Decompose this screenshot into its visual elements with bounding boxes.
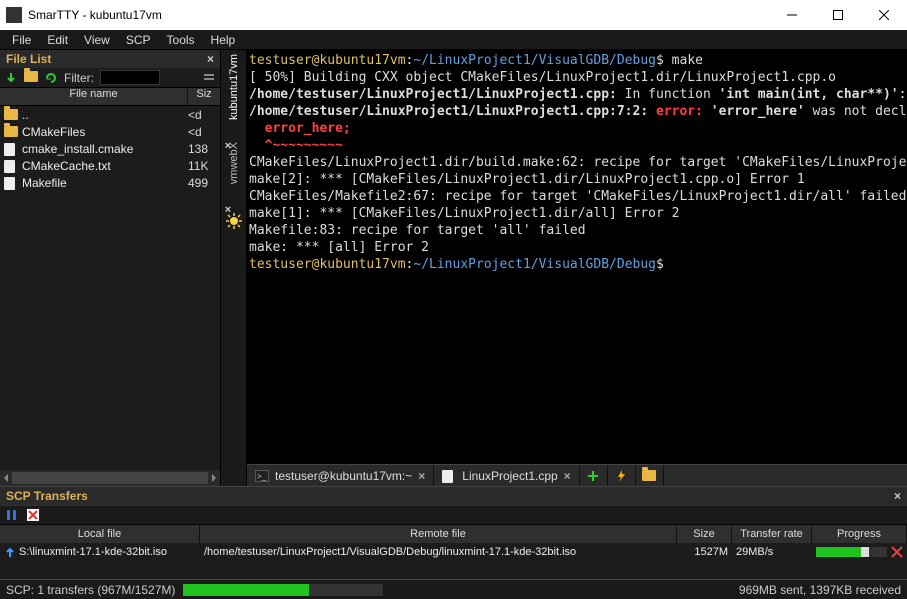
menu-view[interactable]: View	[76, 30, 118, 50]
scp-close-icon[interactable]: ×	[894, 489, 901, 503]
refresh-icon[interactable]	[44, 71, 58, 85]
row-cancel-icon[interactable]	[891, 546, 903, 558]
file-list-rows: ..<dCMakeFiles<dcmake_install.cmake138CM…	[0, 106, 220, 470]
file-list-toolbar: Filter:	[0, 68, 220, 88]
new-tab-button[interactable]	[580, 465, 608, 486]
col-size[interactable]: Siz	[188, 88, 220, 105]
file-size: 499	[188, 176, 220, 190]
file-icon	[4, 143, 18, 155]
pause-icon[interactable]	[6, 509, 18, 521]
tab-terminal-session[interactable]: >_ testuser@kubuntu17vm:~ ×	[247, 465, 434, 486]
close-button[interactable]	[861, 0, 907, 30]
scp-header: SCP Transfers ×	[0, 487, 907, 505]
filter-label: Filter:	[64, 71, 94, 85]
scroll-left-icon[interactable]	[2, 474, 10, 482]
scp-row[interactable]: S:\linuxmint-17.1-kde-32bit.iso /home/te…	[0, 543, 907, 561]
menu-edit[interactable]: Edit	[39, 30, 76, 50]
window-titlebar: SmarTTY - kubuntu17vm	[0, 0, 907, 30]
minimize-button[interactable]	[769, 0, 815, 30]
col-file-name[interactable]: File name	[0, 88, 188, 105]
file-list-columns: File name Siz	[0, 88, 220, 106]
progress-bar	[816, 547, 887, 557]
scp-panel: SCP Transfers × Local file Remote file S…	[0, 486, 907, 579]
upload-arrow-icon	[4, 546, 16, 558]
open-folder-icon[interactable]	[24, 71, 38, 85]
cancel-transfer-icon[interactable]	[26, 508, 40, 522]
menu-scp[interactable]: SCP	[118, 30, 159, 50]
file-name: CMakeCache.txt	[22, 159, 188, 173]
col-progress[interactable]: Progress	[812, 525, 907, 543]
menu-tools[interactable]: Tools	[159, 30, 203, 50]
status-text: SCP: 1 transfers (967M/1527M)	[6, 583, 175, 597]
file-row[interactable]: CMakeFiles<d	[0, 123, 220, 140]
file-list-hscroll[interactable]	[0, 470, 220, 486]
terminal-icon: >_	[255, 470, 269, 482]
status-bar: SCP: 1 transfers (967M/1527M) 969MB sent…	[0, 579, 907, 599]
file-row[interactable]: cmake_install.cmake138	[0, 140, 220, 157]
session-tabs: >_ testuser@kubuntu17vm:~ × LinuxProject…	[247, 464, 907, 486]
filter-input[interactable]	[100, 70, 160, 85]
open-folder-button[interactable]	[636, 465, 664, 486]
maximize-button[interactable]	[815, 0, 861, 30]
vtab-kubuntu17vm[interactable]: × kubuntu17vm	[228, 50, 240, 138]
settings-icon[interactable]	[202, 71, 216, 85]
menubar: File Edit View SCP Tools Help	[0, 30, 907, 50]
col-transfer-rate[interactable]: Transfer rate	[732, 525, 812, 543]
lightning-icon[interactable]	[608, 465, 636, 486]
file-name: CMakeFiles	[22, 125, 188, 139]
vtab-close-icon[interactable]: ×	[222, 204, 234, 216]
vertical-tab-strip: × kubuntu17vm × vmwebX	[221, 50, 247, 486]
status-right: 969MB sent, 1397KB received	[739, 583, 901, 597]
col-local-file[interactable]: Local file	[0, 525, 200, 543]
file-icon	[4, 177, 18, 189]
file-name: Makefile	[22, 176, 188, 190]
folder-icon	[4, 126, 18, 138]
file-row[interactable]: CMakeCache.txt11K	[0, 157, 220, 174]
file-size: <d	[188, 108, 220, 122]
scroll-right-icon[interactable]	[210, 474, 218, 482]
file-list-close-icon[interactable]: ×	[207, 52, 214, 66]
menu-help[interactable]: Help	[203, 30, 244, 50]
vtab-vmwebx[interactable]: × vmwebX	[228, 138, 240, 202]
status-progress	[183, 584, 383, 596]
svg-text:>_: >_	[257, 472, 267, 481]
file-name: cmake_install.cmake	[22, 142, 188, 156]
menu-file[interactable]: File	[4, 30, 39, 50]
scp-toolbar	[0, 505, 907, 525]
scp-columns: Local file Remote file Size Transfer rat…	[0, 525, 907, 543]
file-list-panel: File List × Filter: File name Siz ..<dCM…	[0, 50, 221, 486]
tab-linuxproject1-cpp[interactable]: LinuxProject1.cpp ×	[434, 465, 579, 486]
tab-close-icon[interactable]: ×	[564, 469, 571, 483]
file-icon	[442, 470, 456, 482]
file-size: 138	[188, 142, 220, 156]
app-icon	[6, 7, 22, 23]
terminal-output[interactable]: testuser@kubuntu17vm:~/LinuxProject1/Vis…	[247, 50, 907, 464]
scp-title: SCP Transfers	[6, 489, 88, 503]
window-title: SmarTTY - kubuntu17vm	[28, 8, 769, 22]
file-list-title: File List	[6, 52, 51, 66]
download-arrow-icon[interactable]	[4, 71, 18, 85]
file-size: 11K	[188, 159, 220, 173]
file-row[interactable]: Makefile499	[0, 174, 220, 191]
file-size: <d	[188, 125, 220, 139]
col-remote-file[interactable]: Remote file	[200, 525, 677, 543]
file-list-header: File List ×	[0, 50, 220, 68]
tab-close-icon[interactable]: ×	[418, 469, 425, 483]
folder-icon	[4, 109, 18, 121]
file-row[interactable]: ..<d	[0, 106, 220, 123]
col-transfer-size[interactable]: Size	[677, 525, 732, 543]
file-icon	[4, 160, 18, 172]
file-name: ..	[22, 108, 188, 122]
